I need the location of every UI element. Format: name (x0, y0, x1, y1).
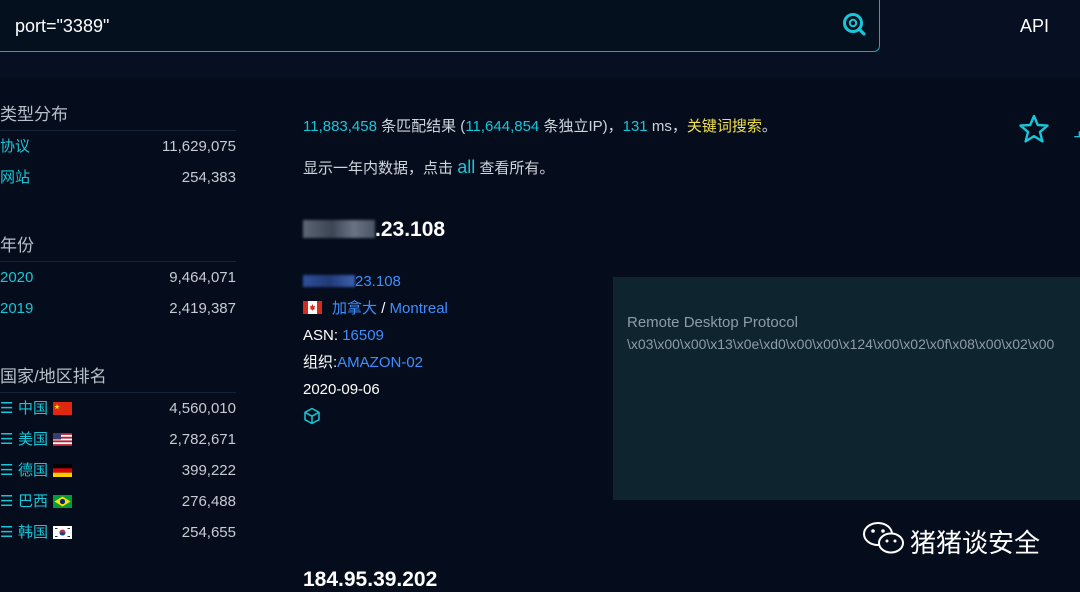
api-link[interactable]: API (1020, 16, 1049, 37)
banner-title: Remote Desktop Protocol (627, 314, 798, 331)
year-section: 年份 2020 9,464,071 2019 2,419,387 (0, 231, 240, 324)
country-section: 国家/地区排名 ☰ 中国 4,560,010 ☰ 美国 2,782,671 ☰ 德国 … (0, 362, 240, 548)
city-link[interactable]: Montreal (390, 300, 448, 317)
note-suffix: 查看所有。 (479, 160, 555, 177)
org-label: 组织: (303, 354, 338, 371)
filter-label[interactable]: 德国 (18, 462, 48, 479)
filter-count: 2,419,387 (169, 300, 236, 317)
filter-label[interactable]: 中国 (18, 400, 48, 417)
query-time-label: ms， (651, 118, 687, 135)
asn-row: ASN: 16509 (303, 322, 448, 349)
filter-label[interactable]: 巴西 (18, 493, 48, 510)
section-title: 年份 (0, 231, 236, 262)
protocol-banner: Remote Desktop Protocol \x03\x00\x00\x13… (613, 277, 1080, 500)
org-link[interactable]: AMAZON-02 (337, 354, 423, 371)
section-title: 类型分布 (0, 100, 236, 131)
query-time: 131 (622, 118, 648, 135)
redacted-ip-link-prefix (303, 275, 355, 287)
next-result-ip[interactable]: 184.95.39.202 (303, 568, 437, 592)
result-ip-title[interactable]: .23.108 (303, 218, 445, 242)
filter-count: 399,222 (181, 462, 236, 479)
germany-flag-icon (53, 464, 73, 477)
filter-label[interactable]: 韩国 (18, 524, 48, 541)
result-meta: 23.108 加拿大 / Montreal ASN: 16509 组织:AMAZ… (303, 268, 448, 434)
summary-end: 。 (761, 118, 777, 135)
filter-count: 9,464,071 (169, 269, 236, 286)
filter-row[interactable]: ☰ 巴西 276,488 (0, 486, 240, 517)
filter-count: 254,383 (181, 169, 236, 186)
keyword-search-link[interactable]: 关键词搜索 (687, 118, 762, 135)
filter-label[interactable]: 2020 (0, 262, 33, 293)
unique-ip-label: 条独立IP)， (543, 118, 623, 135)
time-range-note: 显示一年内数据，点击 all 查看所有。 (303, 157, 554, 178)
filter-count: 4,560,010 (169, 400, 236, 417)
watermark-text: 猪猪谈安全 (910, 528, 1041, 558)
cube-icon[interactable] (303, 407, 321, 425)
filter-label[interactable]: 2019 (0, 293, 33, 324)
brazil-flag-icon (53, 495, 73, 508)
result-date: 2020-09-06 (303, 381, 380, 398)
redacted-ip-prefix (303, 220, 375, 238)
filter-row[interactable]: ☰ 中国 4,560,010 (0, 393, 240, 424)
filter-count: 2,782,671 (169, 431, 236, 448)
wechat-icon (863, 522, 904, 554)
ip-link-row: 23.108 (303, 268, 448, 295)
menu-icon: ☰ (0, 400, 14, 417)
menu-icon: ☰ (0, 524, 14, 541)
filter-label[interactable]: 网站 (0, 162, 30, 193)
china-flag-icon (53, 402, 73, 415)
org-row: 组织:AMAZON-02 (303, 349, 448, 376)
canada-flag-icon (303, 301, 322, 314)
location-row: 加拿大 / Montreal (303, 295, 448, 322)
search-box (0, 0, 880, 52)
top-bar: API (0, 0, 1080, 78)
search-input[interactable] (13, 10, 817, 42)
filter-sidebar: 类型分布 协议 11,629,075 网站 254,383 年份 2020 9,464… (0, 100, 240, 548)
total-count: 11,883,458 (303, 118, 377, 135)
ip-link[interactable]: 23.108 (355, 273, 401, 290)
result-summary: 11,883,458 条匹配结果 (11,644,854 条独立IP)，131 … (303, 115, 777, 136)
filter-count: 254,655 (181, 524, 236, 541)
filter-row[interactable]: 网站 254,383 (0, 162, 240, 193)
ip-suffix[interactable]: .23.108 (375, 218, 445, 241)
banner-data: \x03\x00\x00\x13\x0e\xd0\x00\x00\x124\x0… (627, 336, 1055, 352)
note-prefix: 显示一年内数据，点击 (303, 160, 454, 177)
show-all-link[interactable]: all (457, 157, 475, 177)
filter-row[interactable]: 2019 2,419,387 (0, 293, 240, 324)
country-link[interactable]: 加拿大 (332, 300, 377, 317)
partial-icon[interactable]: ⌟ (1073, 120, 1080, 140)
section-title: 国家/地区排名 (0, 362, 236, 393)
us-flag-icon (53, 433, 73, 446)
filter-row[interactable]: ☰ 德国 399,222 (0, 455, 240, 486)
total-label: 条匹配结果 ( (381, 118, 466, 135)
search-icon[interactable] (841, 11, 867, 37)
type-section: 类型分布 协议 11,629,075 网站 254,383 (0, 100, 240, 193)
asn-link[interactable]: 16509 (342, 327, 384, 344)
menu-icon: ☰ (0, 462, 14, 479)
filter-row[interactable]: 2020 9,464,071 (0, 262, 240, 293)
star-icon[interactable] (1018, 113, 1050, 145)
unique-ip-count: 11,644,854 (465, 118, 540, 135)
menu-icon: ☰ (0, 431, 14, 448)
filter-row[interactable]: ☰ 美国 2,782,671 (0, 424, 240, 455)
filter-row[interactable]: 协议 11,629,075 (0, 131, 240, 162)
filter-label[interactable]: 协议 (0, 131, 30, 162)
asn-label: ASN: (303, 327, 339, 344)
korea-flag-icon (53, 526, 73, 539)
location-separator: / (381, 300, 386, 317)
filter-count: 11,629,075 (162, 138, 236, 155)
filter-row[interactable]: ☰ 韩国 254,655 (0, 517, 240, 548)
filter-label[interactable]: 美国 (18, 431, 48, 448)
menu-icon: ☰ (0, 493, 14, 510)
filter-count: 276,488 (181, 493, 236, 510)
